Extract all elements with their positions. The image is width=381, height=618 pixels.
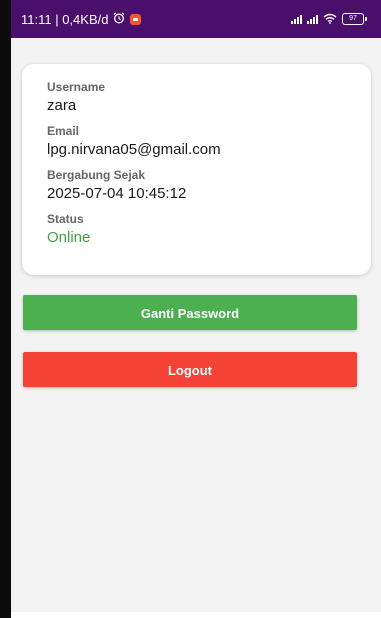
cell-signal-icon [291, 14, 302, 24]
joined-label: Bergabung Sejak [47, 168, 146, 182]
app-notification-icon [130, 13, 142, 25]
status-bar: 11:11 | 0,4KB/d 97 [11, 0, 381, 38]
status-value: Online [47, 229, 91, 246]
profile-card: Username zara Email lpg.nirvana05@gmail.… [22, 64, 371, 275]
time-network-speed: 11:11 | 0,4KB/d [21, 11, 109, 27]
device-bezel [0, 0, 11, 618]
battery-level: 97 [342, 13, 364, 25]
email-value: lpg.nirvana05@gmail.com [47, 141, 221, 158]
cell-signal-2-icon [307, 14, 318, 24]
logout-button[interactable]: Logout [23, 352, 357, 387]
alarm-clock-icon [113, 12, 125, 27]
joined-value: 2025-07-04 10:45:12 [47, 185, 187, 202]
bottom-edge [11, 612, 381, 618]
username-label: Username [47, 80, 106, 94]
profile-content: Username zara Email lpg.nirvana05@gmail.… [11, 38, 381, 275]
battery-icon: 97 [342, 13, 367, 25]
status-bar-left: 11:11 | 0,4KB/d [21, 11, 142, 27]
wifi-icon [323, 12, 337, 27]
status-label: Status [47, 212, 84, 226]
status-bar-right: 97 [291, 12, 367, 27]
change-password-button[interactable]: Ganti Password [23, 295, 357, 330]
username-value: zara [47, 97, 77, 114]
app-screen: 11:11 | 0,4KB/d 97 Username zara Email l… [11, 0, 381, 618]
email-label: Email [47, 124, 80, 138]
